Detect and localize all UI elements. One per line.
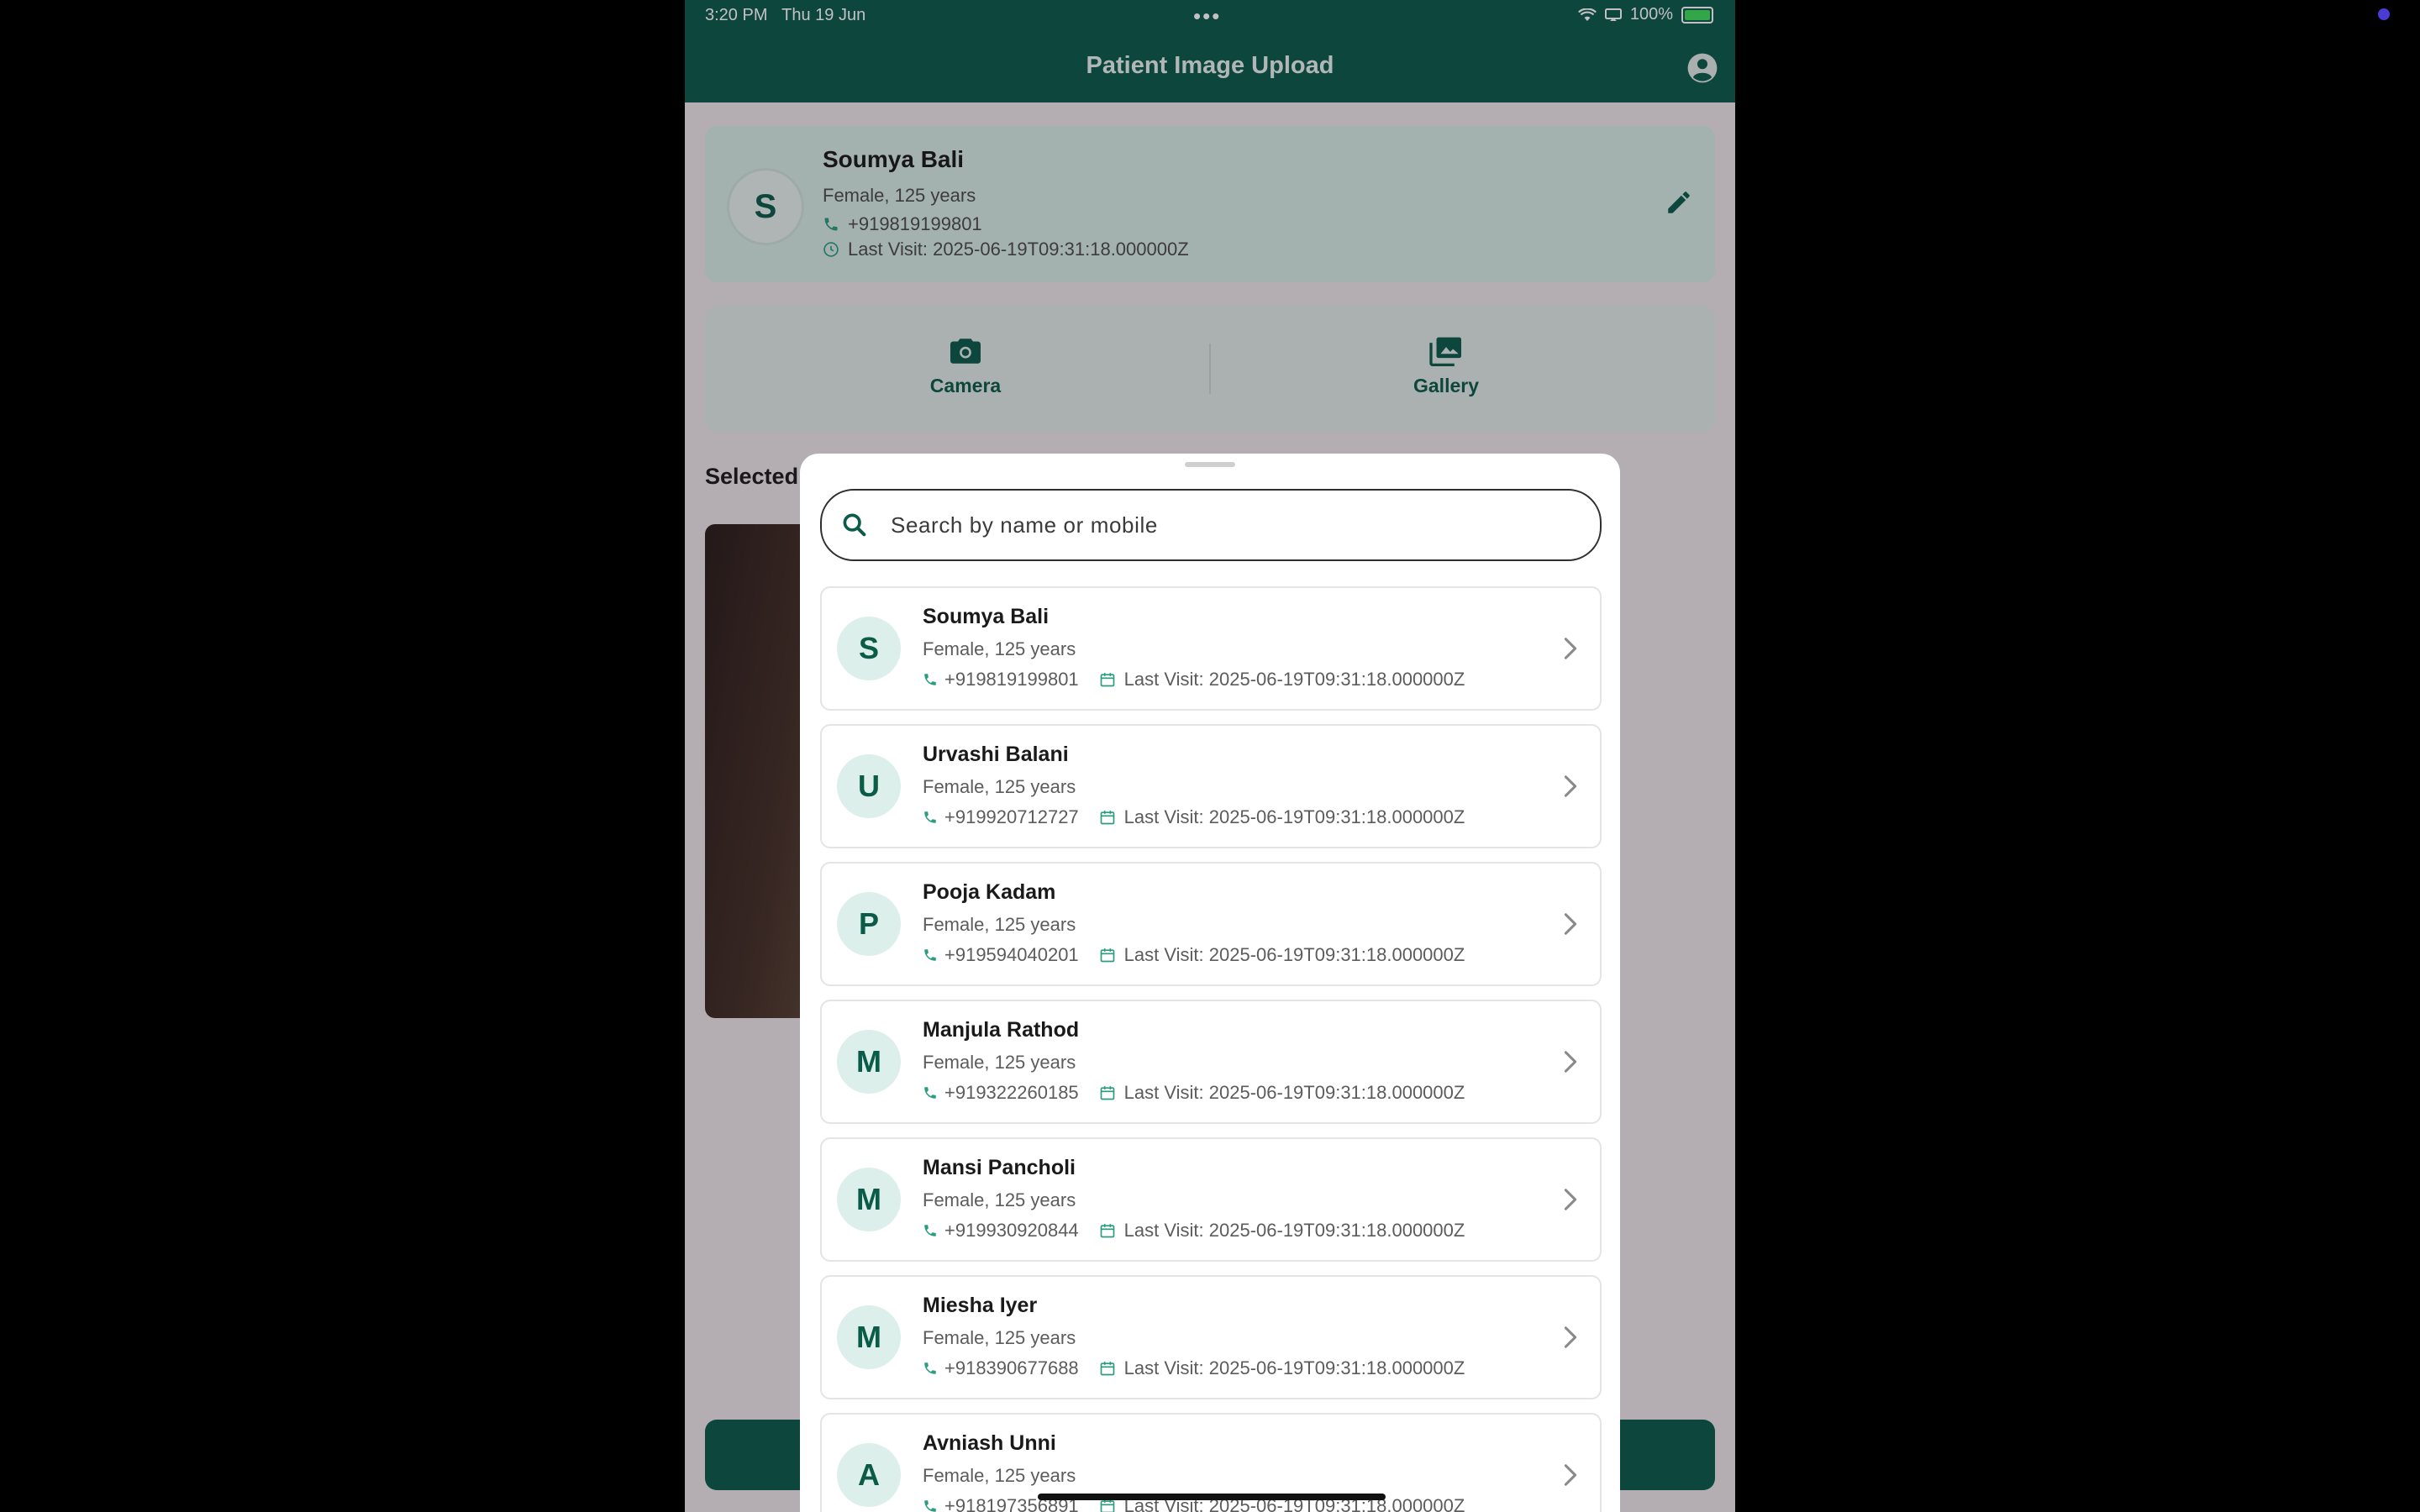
patient-phone: +918390677688 <box>944 1357 1079 1378</box>
patient-name: Miesha Iyer <box>923 1294 1038 1317</box>
chevron-right-icon <box>1564 1464 1577 1486</box>
phone-icon <box>924 1087 936 1099</box>
patient-gender-age: Female, 125 years <box>923 914 1076 935</box>
patient-name: Soumya Bali <box>923 605 1050 628</box>
patient-gender-age: Female, 125 years <box>923 1189 1076 1210</box>
patient-contact-row: +919920712727 Last Visit: 2025-06-19T09:… <box>923 806 1465 828</box>
patient-search-sheet: Search by name or mobile S Soumya Bali F… <box>800 454 1620 1512</box>
calendar-icon <box>1100 1224 1115 1238</box>
patient-phone: +919594040201 <box>944 944 1079 965</box>
patient-contact-row: +918390677688 Last Visit: 2025-06-19T09:… <box>923 1357 1465 1379</box>
patient-last-visit: Last Visit: 2025-06-19T09:31:18.000000Z <box>1123 669 1465 690</box>
patient-phone: +919819199801 <box>944 669 1079 690</box>
calendar-icon <box>1100 673 1115 687</box>
avatar: M <box>837 1305 901 1369</box>
phone-icon <box>924 1362 936 1374</box>
avatar: A <box>837 1443 901 1507</box>
phone-icon <box>924 811 936 823</box>
avatar: P <box>837 892 901 956</box>
search-icon <box>843 513 866 537</box>
patient-contact-row: +919819199801 Last Visit: 2025-06-19T09:… <box>923 669 1465 690</box>
calendar-icon <box>1100 1086 1115 1100</box>
avatar: U <box>837 754 901 818</box>
chevron-right-icon <box>1564 913 1577 935</box>
search-placeholder: Search by name or mobile <box>891 512 1158 538</box>
phone-icon <box>924 949 936 961</box>
list-item[interactable]: U Urvashi Balani Female, 125 years +9199… <box>820 724 1602 848</box>
chevron-right-icon <box>1564 638 1577 659</box>
avatar: M <box>837 1030 901 1094</box>
patient-list: S Soumya Bali Female, 125 years +9198191… <box>820 586 1602 1512</box>
list-item[interactable]: S Soumya Bali Female, 125 years +9198191… <box>820 586 1602 711</box>
patient-name: Pooja Kadam <box>923 880 1056 904</box>
chevron-right-icon <box>1564 1326 1577 1348</box>
list-item[interactable]: M Manjula Rathod Female, 125 years +9193… <box>820 1000 1602 1124</box>
calendar-icon <box>1100 1362 1115 1376</box>
patient-gender-age: Female, 125 years <box>923 1052 1076 1073</box>
patient-last-visit: Last Visit: 2025-06-19T09:31:18.000000Z <box>1123 1220 1465 1241</box>
patient-last-visit: Last Visit: 2025-06-19T09:31:18.000000Z <box>1123 944 1465 965</box>
phone-icon <box>924 1500 936 1512</box>
patient-phone: +919920712727 <box>944 806 1079 827</box>
list-item[interactable]: M Mansi Pancholi Female, 125 years +9199… <box>820 1137 1602 1262</box>
patient-gender-age: Female, 125 years <box>923 638 1076 659</box>
phone-icon <box>924 1225 936 1236</box>
patient-phone: +919322260185 <box>944 1082 1079 1103</box>
patient-contact-row: +919594040201 Last Visit: 2025-06-19T09:… <box>923 944 1465 966</box>
patient-name: Manjula Rathod <box>923 1018 1080 1042</box>
list-item[interactable]: M Miesha Iyer Female, 125 years +9183906… <box>820 1275 1602 1399</box>
patient-last-visit: Last Visit: 2025-06-19T09:31:18.000000Z <box>1123 806 1465 827</box>
chevron-right-icon <box>1564 775 1577 797</box>
patient-contact-row: +919930920844 Last Visit: 2025-06-19T09:… <box>923 1220 1465 1242</box>
patient-gender-age: Female, 125 years <box>923 1465 1076 1486</box>
device-screen: 3:20 PM Thu 19 Jun ••• 100% Patient Imag… <box>685 0 1735 1512</box>
patient-contact-row: +919322260185 Last Visit: 2025-06-19T09:… <box>923 1082 1465 1104</box>
patient-last-visit: Last Visit: 2025-06-19T09:31:18.000000Z <box>1123 1082 1465 1103</box>
search-input[interactable]: Search by name or mobile <box>820 489 1602 561</box>
calendar-icon <box>1100 811 1115 825</box>
patient-last-visit: Last Visit: 2025-06-19T09:31:18.000000Z <box>1123 1357 1465 1378</box>
patient-gender-age: Female, 125 years <box>923 1327 1076 1348</box>
patient-gender-age: Female, 125 years <box>923 776 1076 797</box>
patient-phone: +919930920844 <box>944 1220 1079 1241</box>
patient-name: Mansi Pancholi <box>923 1156 1076 1179</box>
sheet-drag-handle[interactable] <box>1185 462 1235 467</box>
phone-icon <box>924 674 936 685</box>
chevron-right-icon <box>1564 1189 1577 1210</box>
avatar: S <box>837 617 901 680</box>
patient-name: Urvashi Balani <box>923 743 1069 766</box>
chevron-right-icon <box>1564 1051 1577 1073</box>
list-item[interactable]: P Pooja Kadam Female, 125 years +9195940… <box>820 862 1602 986</box>
calendar-icon <box>1100 948 1115 963</box>
patient-name: Avniash Unni <box>923 1431 1056 1455</box>
recording-indicator <box>2378 8 2390 20</box>
avatar: M <box>837 1168 901 1231</box>
home-indicator[interactable] <box>1038 1494 1386 1500</box>
